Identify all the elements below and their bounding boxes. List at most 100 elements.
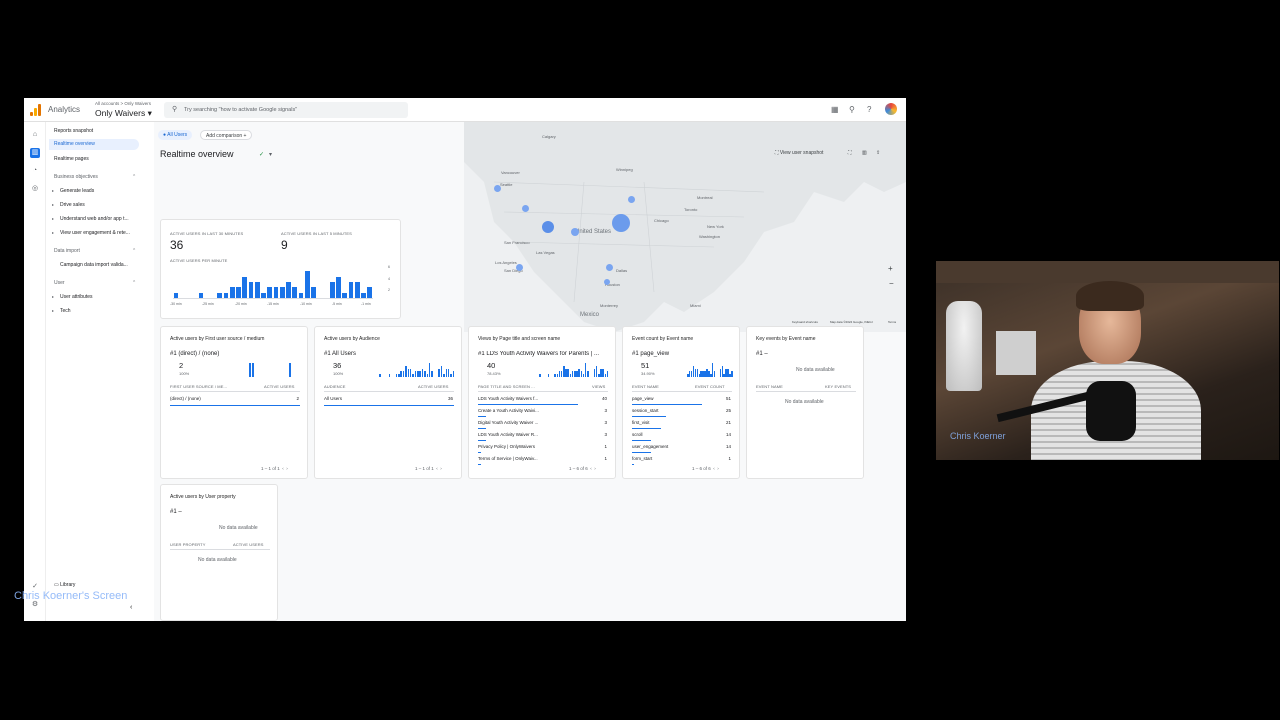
chart-bar[interactable] <box>273 287 279 298</box>
chart-bar[interactable] <box>311 287 316 298</box>
card-title[interactable]: Event count by Event name <box>632 336 693 342</box>
row-bar <box>632 452 652 453</box>
map-bubble[interactable] <box>516 264 523 271</box>
chart-bar[interactable] <box>348 282 354 298</box>
chart-bar[interactable] <box>286 282 291 298</box>
pagination[interactable]: 1 – 1 of 1 ‹ › <box>415 466 442 471</box>
sidebar-item-tech[interactable]: Tech <box>52 308 70 314</box>
card-top-item: #1 (direct) / (none) <box>170 351 220 357</box>
pagination[interactable]: 1 – 6 of 6 ‹ › <box>692 466 719 471</box>
chart-bar[interactable] <box>236 287 241 298</box>
sidebar-item-drive-sales[interactable]: Drive sales <box>52 202 85 208</box>
chart-bar[interactable] <box>198 292 204 298</box>
map-label-chicago: Chicago <box>654 218 669 223</box>
microphone <box>1086 381 1136 441</box>
explore-icon[interactable]: ◔ <box>30 166 40 176</box>
reports-icon[interactable]: ▥ <box>30 148 40 158</box>
nav-rail: ⌂ ▥ ◔ ◎ ✓ ⚙ <box>24 122 46 621</box>
map-label-toronto: Toronto <box>684 207 698 212</box>
sidebar-item-reports-snapshot[interactable]: Reports snapshot <box>54 128 93 134</box>
compare-icon[interactable]: ▥ <box>862 150 867 156</box>
chart-bar[interactable] <box>242 276 247 298</box>
sidebar-item-user-engagement[interactable]: View user engagement & rete... <box>52 230 130 236</box>
analytics-logo[interactable] <box>30 104 42 116</box>
search-bar[interactable]: ⚲ Try searching "how to activate Google … <box>164 102 408 118</box>
chart-bar[interactable] <box>217 292 222 298</box>
x-tick: -25 min <box>202 302 214 306</box>
help-icon[interactable]: ? <box>867 105 871 115</box>
sidebar-item-campaign-data-import[interactable]: Campaign data import valida... <box>60 262 128 268</box>
chart-bar[interactable] <box>329 282 335 298</box>
card-top-item: #1 – <box>170 509 182 515</box>
chart-bar[interactable] <box>292 287 297 298</box>
zoom-out-button[interactable]: − <box>889 279 894 288</box>
sparkline-bar <box>395 374 398 377</box>
sidebar-item-generate-leads[interactable]: Generate leads <box>52 188 94 194</box>
chart-bar[interactable] <box>248 282 254 298</box>
view-user-snapshot-button[interactable]: ⛶ View user snapshot <box>775 150 823 156</box>
chart-bar[interactable] <box>367 287 372 298</box>
avatar[interactable] <box>885 103 897 115</box>
card-title[interactable]: Active users by First user source / medi… <box>170 336 264 342</box>
fullscreen-icon[interactable]: ⛶ <box>848 150 852 156</box>
map-bubble[interactable] <box>571 228 579 236</box>
card-title[interactable]: Active users by Audience <box>324 336 380 342</box>
map-bubble[interactable] <box>612 214 630 232</box>
apps-grid-icon[interactable]: ▦ <box>831 105 839 115</box>
reports-sidebar: Reports snapshot Realtime overview Realt… <box>46 122 146 621</box>
collapse-sidebar-icon[interactable]: ‹ <box>130 604 132 611</box>
card-title[interactable]: Active users by User property <box>170 494 236 500</box>
chart-bar[interactable] <box>254 282 260 298</box>
map-bubble[interactable] <box>606 264 613 271</box>
x-tick: -30 min <box>170 302 182 306</box>
map-bubble[interactable] <box>628 196 635 203</box>
chart-bar[interactable] <box>229 287 235 298</box>
sidebar-item-realtime-pages[interactable]: Realtime pages <box>54 156 89 162</box>
share-icon[interactable]: ⇪ <box>876 150 880 156</box>
map-keyboard-shortcuts[interactable]: Keyboard shortcuts <box>792 320 818 324</box>
sparkline-bar <box>405 365 407 377</box>
map-terms[interactable]: Terms <box>888 320 896 324</box>
table-row-value: 51 <box>725 396 731 401</box>
chart-bar[interactable] <box>279 287 285 298</box>
sidebar-item-user-attributes[interactable]: User attributes <box>52 294 92 300</box>
zoom-in-button[interactable]: + <box>888 264 893 273</box>
pagination[interactable]: 1 – 1 of 1 ‹ › <box>261 466 288 471</box>
chart-bar[interactable] <box>304 271 310 298</box>
map-bubble[interactable] <box>522 205 529 212</box>
sidebar-item-understand-traffic[interactable]: Understand web and/or app t... <box>52 216 129 222</box>
add-comparison-button[interactable]: Add comparison + <box>200 130 253 140</box>
card-title[interactable]: Key events by Event name <box>756 336 815 342</box>
property-selector[interactable]: Only Waivers ▾ <box>95 108 152 119</box>
account-breadcrumb[interactable]: All accounts > Only Waivers <box>95 101 151 106</box>
pagination[interactable]: 1 – 6 of 6 ‹ › <box>569 466 596 471</box>
card-title[interactable]: Views by Page title and screen name <box>478 336 560 342</box>
section-user[interactable]: User ⌃ <box>54 280 136 286</box>
chevron-down-icon[interactable]: ▾ <box>269 151 272 158</box>
chart-bar[interactable] <box>354 282 360 298</box>
chart-bar[interactable] <box>261 292 266 298</box>
x-tick: -10 min <box>300 302 312 306</box>
realtime-map[interactable]: Calgary Vancouver Winnipeg Seattle Montr… <box>464 122 906 332</box>
section-business-objectives[interactable]: Business objectives ⌃ <box>54 174 136 180</box>
sidebar-item-library[interactable]: ▭ Library <box>54 582 75 588</box>
home-icon[interactable]: ⌂ <box>30 130 40 140</box>
advertising-icon[interactable]: ◎ <box>30 184 40 194</box>
map-label-monterrey: Monterrey <box>600 303 619 308</box>
chart-bar[interactable] <box>361 292 366 298</box>
chart-bar[interactable] <box>336 276 341 298</box>
search-insights-icon[interactable]: ⚲ <box>849 105 855 115</box>
map-bubble[interactable] <box>542 221 554 233</box>
chart-bar[interactable] <box>173 292 179 298</box>
chart-bar[interactable] <box>298 292 304 298</box>
map-bubble[interactable] <box>494 185 501 192</box>
chart-bar[interactable] <box>223 292 229 298</box>
all-users-chip[interactable]: ● All Users <box>158 130 193 140</box>
section-data-import[interactable]: Data import ⌃ <box>54 248 136 254</box>
sidebar-item-realtime-overview[interactable]: Realtime overview <box>49 139 139 150</box>
land-shape <box>464 122 906 332</box>
map-attribution: Map data ©2024 Google, INEGI <box>830 320 873 324</box>
chart-bar[interactable] <box>267 287 272 298</box>
map-bubble[interactable] <box>604 279 610 285</box>
chart-bar[interactable] <box>342 292 347 298</box>
